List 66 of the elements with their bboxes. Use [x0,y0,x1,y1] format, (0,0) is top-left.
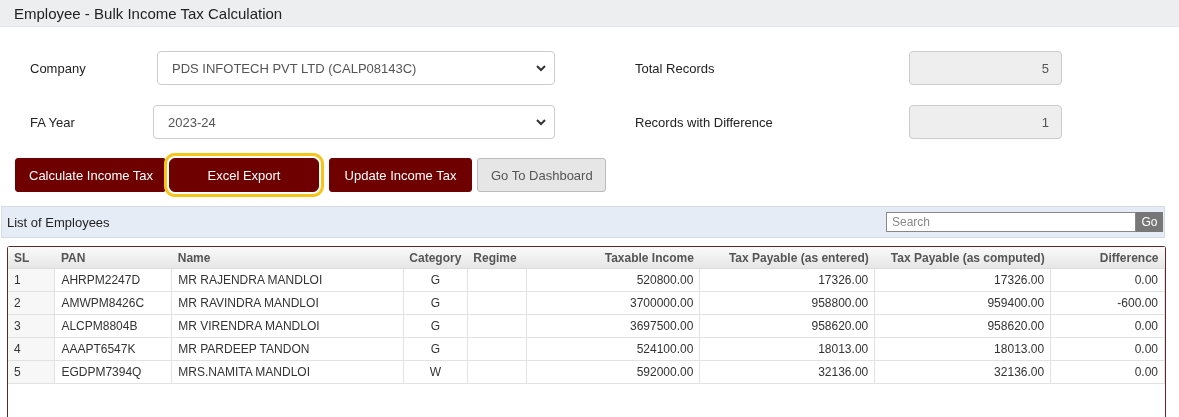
table-cell: G [403,291,468,315]
table-cell: 3700000.00 [526,291,700,315]
action-button[interactable]: Update Income Tax [329,158,472,192]
table-cell: ALCPM8804B [54,314,172,338]
table-cell: 18013.00 [874,337,1051,361]
table-cell: 17326.00 [874,268,1051,292]
table-cell: MR RAJENDRA MANDLOI [171,268,404,292]
table-cell: MR RAVINDRA MANDLOI [171,291,404,315]
table-cell: 959400.00 [874,291,1051,315]
difference-records-field[interactable]: 1 [909,105,1062,139]
table-cell: AMWPM8426C [54,291,172,315]
column-header: Name [171,247,404,269]
table-cell: 3 [8,314,55,338]
table-cell: 0.00 [1050,337,1165,361]
table-cell: 5 [8,360,55,384]
table-cell: 32136.00 [874,360,1051,384]
field-label: Company [29,60,87,76]
field-label: Total Records [635,60,716,76]
page-title: Employee - Bulk Income Tax Calculation [14,4,283,22]
table-cell: MRS.NAMITA MANDLOI [171,360,404,384]
company-select[interactable]: PDS INFOTECH PVT LTD (CALP08143C) [157,51,555,85]
chevron-down-icon [536,118,546,126]
action-button[interactable]: Go To Dashboard [477,158,606,192]
table-cell: 958620.00 [874,314,1051,338]
go-button[interactable]: Go [1136,212,1163,232]
column-header: SL [8,247,55,269]
column-header: Category [403,247,468,269]
table-cell: 0.00 [1050,360,1165,384]
column-header: Tax Payable (as computed) [874,247,1051,269]
table-cell: 0.00 [1050,268,1165,292]
table-cell: G [403,337,468,361]
table-cell: MR VIRENDRA MANDLOI [171,314,404,338]
action-button[interactable]: Calculate Income Tax [15,158,166,192]
search-field[interactable]: Search [886,212,1136,232]
table-cell: 0.00 [1050,314,1165,338]
table-cell: EGDPM7394Q [54,360,172,384]
table-cell: G [403,268,468,292]
total-records-field[interactable]: 5 [909,51,1062,85]
table-cell: 2 [8,291,55,315]
table-cell: AAAPT6547K [54,337,172,361]
table-cell: 17326.00 [699,268,875,292]
column-header: Tax Payable (as entered) [699,247,875,269]
column-header: Taxable Income [526,247,700,269]
table-cell: 958800.00 [699,291,875,315]
table-cell: 18013.00 [699,337,875,361]
year-select[interactable]: 2023-24 [153,105,555,139]
table-cell: 958620.00 [699,314,875,338]
column-header: PAN [54,247,172,269]
table-cell: 520800.00 [526,268,700,292]
table-cell: 3697500.00 [526,314,700,338]
field-label: Records with Difference [635,114,774,130]
table-cell: W [403,360,468,384]
table-cell: 32136.00 [699,360,875,384]
field-label: FA Year [29,114,76,130]
table-cell: G [403,314,468,338]
chevron-down-icon [536,64,546,72]
panel-title: List of Employees [7,214,110,230]
table-cell: -600.00 [1050,291,1165,315]
table-cell: 4 [8,337,55,361]
table-cell: AHRPM2247D [54,268,172,292]
column-header: Regime [467,247,527,269]
table-cell: 592000.00 [526,360,700,384]
column-header: Difference [1050,247,1165,269]
table-cell: MR PARDEEP TANDON [171,337,404,361]
table-cell: 524100.00 [526,337,700,361]
table-cell: 1 [8,268,55,292]
